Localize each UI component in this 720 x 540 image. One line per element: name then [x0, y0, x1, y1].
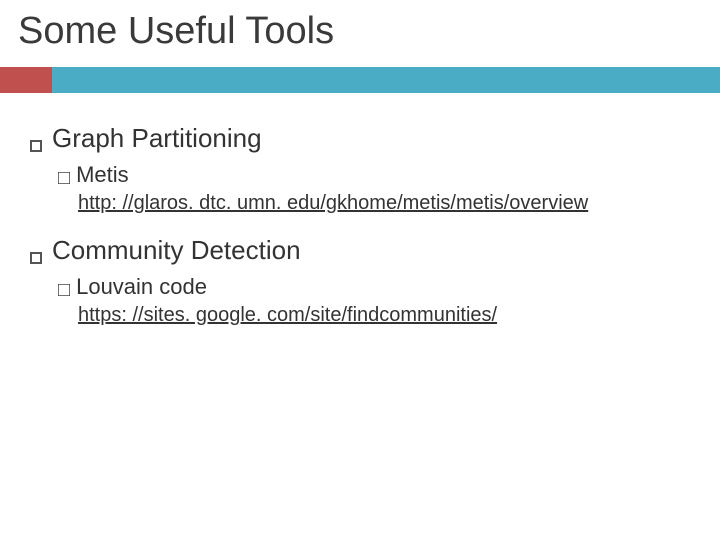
- accent-red-segment: [0, 67, 52, 93]
- slide: Some Useful Tools Graph Partitioning □ M…: [0, 0, 720, 540]
- square-bullet-icon: [30, 252, 42, 264]
- link-text[interactable]: http: //glaros. dtc. umn. edu/gkhome/met…: [78, 192, 690, 215]
- content-area: Graph Partitioning □ Metis http: //glaro…: [0, 93, 720, 327]
- link-text[interactable]: https: //sites. google. com/site/findcom…: [78, 304, 690, 327]
- accent-teal-segment: [52, 67, 720, 93]
- sublist-item-label: Louvain code: [76, 274, 207, 300]
- slide-title: Some Useful Tools: [0, 10, 720, 61]
- list-item: Graph Partitioning: [30, 123, 690, 154]
- sublist-item-label: Metis: [76, 162, 129, 188]
- accent-bar: [0, 67, 720, 93]
- list-item-label: Graph Partitioning: [52, 123, 262, 154]
- list-item-label: Community Detection: [52, 235, 301, 266]
- sublist-item: □ Metis: [58, 162, 690, 188]
- hollow-square-bullet-icon: □: [58, 168, 70, 188]
- square-bullet-icon: [30, 140, 42, 152]
- sublist-item: □ Louvain code: [58, 274, 690, 300]
- list-item: Community Detection: [30, 235, 690, 266]
- hollow-square-bullet-icon: □: [58, 280, 70, 300]
- spacer: [30, 215, 690, 229]
